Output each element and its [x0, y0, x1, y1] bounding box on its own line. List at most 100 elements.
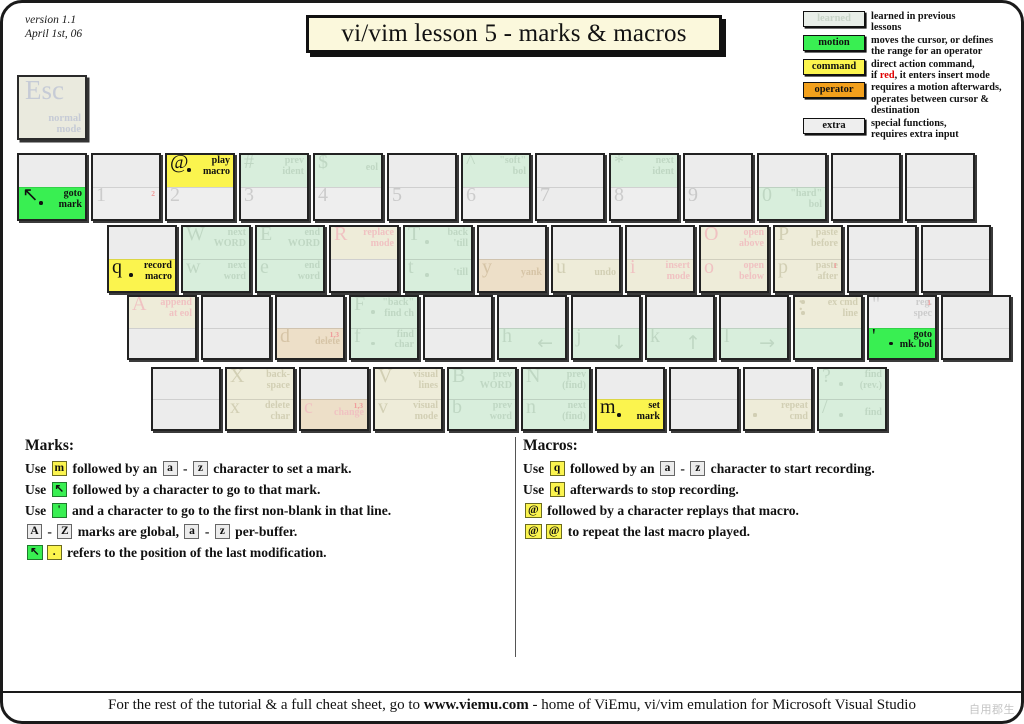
footer-site-link[interactable]: www.viemu.com — [424, 697, 529, 713]
key-6-top-face: ^ "soft" bol — [463, 155, 529, 187]
key-q-bot-label: record macro — [143, 260, 172, 282]
legend-row-command: command direct action command, if red, it … — [803, 58, 1015, 82]
key-i[interactable]: i insert mode — [625, 225, 695, 293]
key-equals[interactable] — [905, 153, 975, 221]
key-semicolon-top-face: : ex cmd line — [795, 297, 861, 328]
key-quote-bot-extra-input-dot-icon — [889, 341, 893, 346]
marks-line: Use m followed by an a - z character to … — [25, 458, 515, 479]
key-r-top-face: Rreplace mode — [331, 227, 397, 259]
key-b-bot-label: prev word — [489, 400, 512, 422]
key-1-top-face — [93, 155, 159, 187]
key-q-bot-extra-input-dot-icon — [129, 273, 133, 277]
key-t[interactable]: Tback'till t'till — [403, 225, 473, 293]
key-comma[interactable] — [669, 367, 739, 431]
key-comma-top-face — [671, 369, 737, 399]
key-9-bot-face: 9 — [685, 187, 751, 219]
key-m-bot-label: set mark — [636, 400, 660, 422]
key-slash[interactable]: ? find (rev.) / find — [817, 367, 887, 431]
key-o-bot-face: o open below — [701, 259, 767, 291]
key-y[interactable]: y yank — [477, 225, 547, 293]
key-j-top-face — [573, 297, 639, 328]
key-f[interactable]: F "back" find ch f find char — [349, 295, 419, 360]
key-esc[interactable]: Esc normal mode — [17, 75, 87, 140]
key-bracketleft[interactable] — [847, 225, 917, 293]
key-r[interactable]: Rreplace mode — [329, 225, 399, 293]
key-slash-bot-label: find — [864, 407, 882, 418]
marks-keycap: ↖ — [27, 545, 43, 560]
key-a-top-face: Aappend at eol — [129, 297, 195, 328]
key-w[interactable]: Wnext WORD w next word — [181, 225, 251, 293]
key-v[interactable]: Vvisual lines v visual mode — [373, 367, 443, 431]
key-j[interactable]: j ↓ — [571, 295, 641, 360]
key-a[interactable]: Aappend at eol — [127, 295, 197, 360]
section-divider — [515, 437, 516, 657]
key-m[interactable]: m set mark — [595, 367, 665, 431]
key-o-top-face: Oopen above — [701, 227, 767, 259]
key-grave-top-face — [19, 155, 85, 187]
key-d-bot-glyph: d — [280, 327, 290, 347]
key-k[interactable]: k ↑ — [645, 295, 715, 360]
key-minus-bot-face — [833, 187, 899, 219]
key-enter[interactable] — [941, 295, 1011, 360]
key-3-bot-glyph: 3 — [244, 187, 254, 206]
key-6-top-label: "soft" bol — [499, 155, 526, 177]
key-q-top-face — [109, 227, 175, 259]
key-h[interactable]: h ← — [497, 295, 567, 360]
key-p-top-label: paste before — [810, 227, 838, 249]
key-x[interactable]: Xback-space x delete char — [225, 367, 295, 431]
key-7-top-face — [537, 155, 603, 187]
key-8-bot-glyph: 8 — [614, 187, 624, 206]
key-3[interactable]: # prev ident 3 — [239, 153, 309, 221]
marks-text: Use — [25, 461, 50, 476]
key-s[interactable] — [201, 295, 271, 360]
key-g[interactable] — [423, 295, 493, 360]
key-bracketright[interactable] — [921, 225, 991, 293]
key-c[interactable]: c change 1,3 — [299, 367, 369, 431]
key-n-bot-face: n next (find) — [523, 399, 589, 429]
key-w-bot-glyph: w — [186, 259, 201, 278]
key-4-top-label: eol — [365, 162, 378, 173]
key-b-bot-glyph: b — [452, 399, 462, 418]
key-grave[interactable]: ↖ goto mark — [17, 153, 87, 221]
key-8[interactable]: * next ident 8 — [609, 153, 679, 221]
key-d[interactable]: d delete 1,3 — [275, 295, 345, 360]
key-0[interactable]: 0 "hard" bol — [757, 153, 827, 221]
key-u[interactable]: u undo — [551, 225, 621, 293]
key-b-top-label: prev WORD — [479, 369, 512, 391]
key-d-bot-footnote: 1,3 — [329, 329, 339, 339]
key-f-bot-face: f find char — [351, 327, 417, 358]
key-grave-bot-glyph: ↖ — [22, 187, 39, 206]
key-g-bot-face — [425, 327, 491, 358]
key-shift[interactable] — [151, 367, 221, 431]
key-semicolon[interactable]: : ex cmd line — [793, 295, 863, 360]
watermark: 自用郡生 — [969, 703, 1015, 716]
page-title: vi/vim lesson 5 - marks & macros — [306, 15, 722, 53]
key-s-top-face — [203, 297, 269, 328]
marks-text: - — [44, 524, 56, 539]
key-e[interactable]: Eend WORD e end word — [255, 225, 325, 293]
key-7[interactable]: 7 — [535, 153, 605, 221]
key-l[interactable]: l → — [719, 295, 789, 360]
key-slash-top-face: ? find (rev.) — [819, 369, 885, 399]
marks-keycap: . — [46, 545, 62, 560]
key-q[interactable]: q record macro — [107, 225, 177, 293]
macros-text: afterwards to stop recording. — [566, 482, 739, 497]
macros-text: - — [676, 461, 689, 476]
key-quote[interactable]: " reg. spec 1 ' goto mk. bol — [867, 295, 937, 360]
key-n[interactable]: Nprev (find) n next (find) — [521, 367, 591, 431]
key-b[interactable]: Bprev WORD b prev word — [447, 367, 517, 431]
key-minus[interactable] — [831, 153, 901, 221]
marks-keycap: z — [214, 524, 230, 539]
key-p[interactable]: Ppaste before p paste after 1 — [773, 225, 843, 293]
key-5[interactable]: 5 — [387, 153, 457, 221]
key-9[interactable]: 9 — [683, 153, 753, 221]
legend: learned learned in previous lessons motion m… — [803, 11, 1015, 141]
macros-keycap: q — [549, 482, 565, 497]
key-4[interactable]: $ eol 4 — [313, 153, 383, 221]
key-2[interactable]: @ play macro 2 — [165, 153, 235, 221]
key-o[interactable]: Oopen above o open below — [699, 225, 769, 293]
key-y-top-face — [479, 227, 545, 259]
key-period[interactable]: repeat cmd — [743, 367, 813, 431]
key-1[interactable]: 12 — [91, 153, 161, 221]
key-6[interactable]: ^ "soft" bol 6 — [461, 153, 531, 221]
